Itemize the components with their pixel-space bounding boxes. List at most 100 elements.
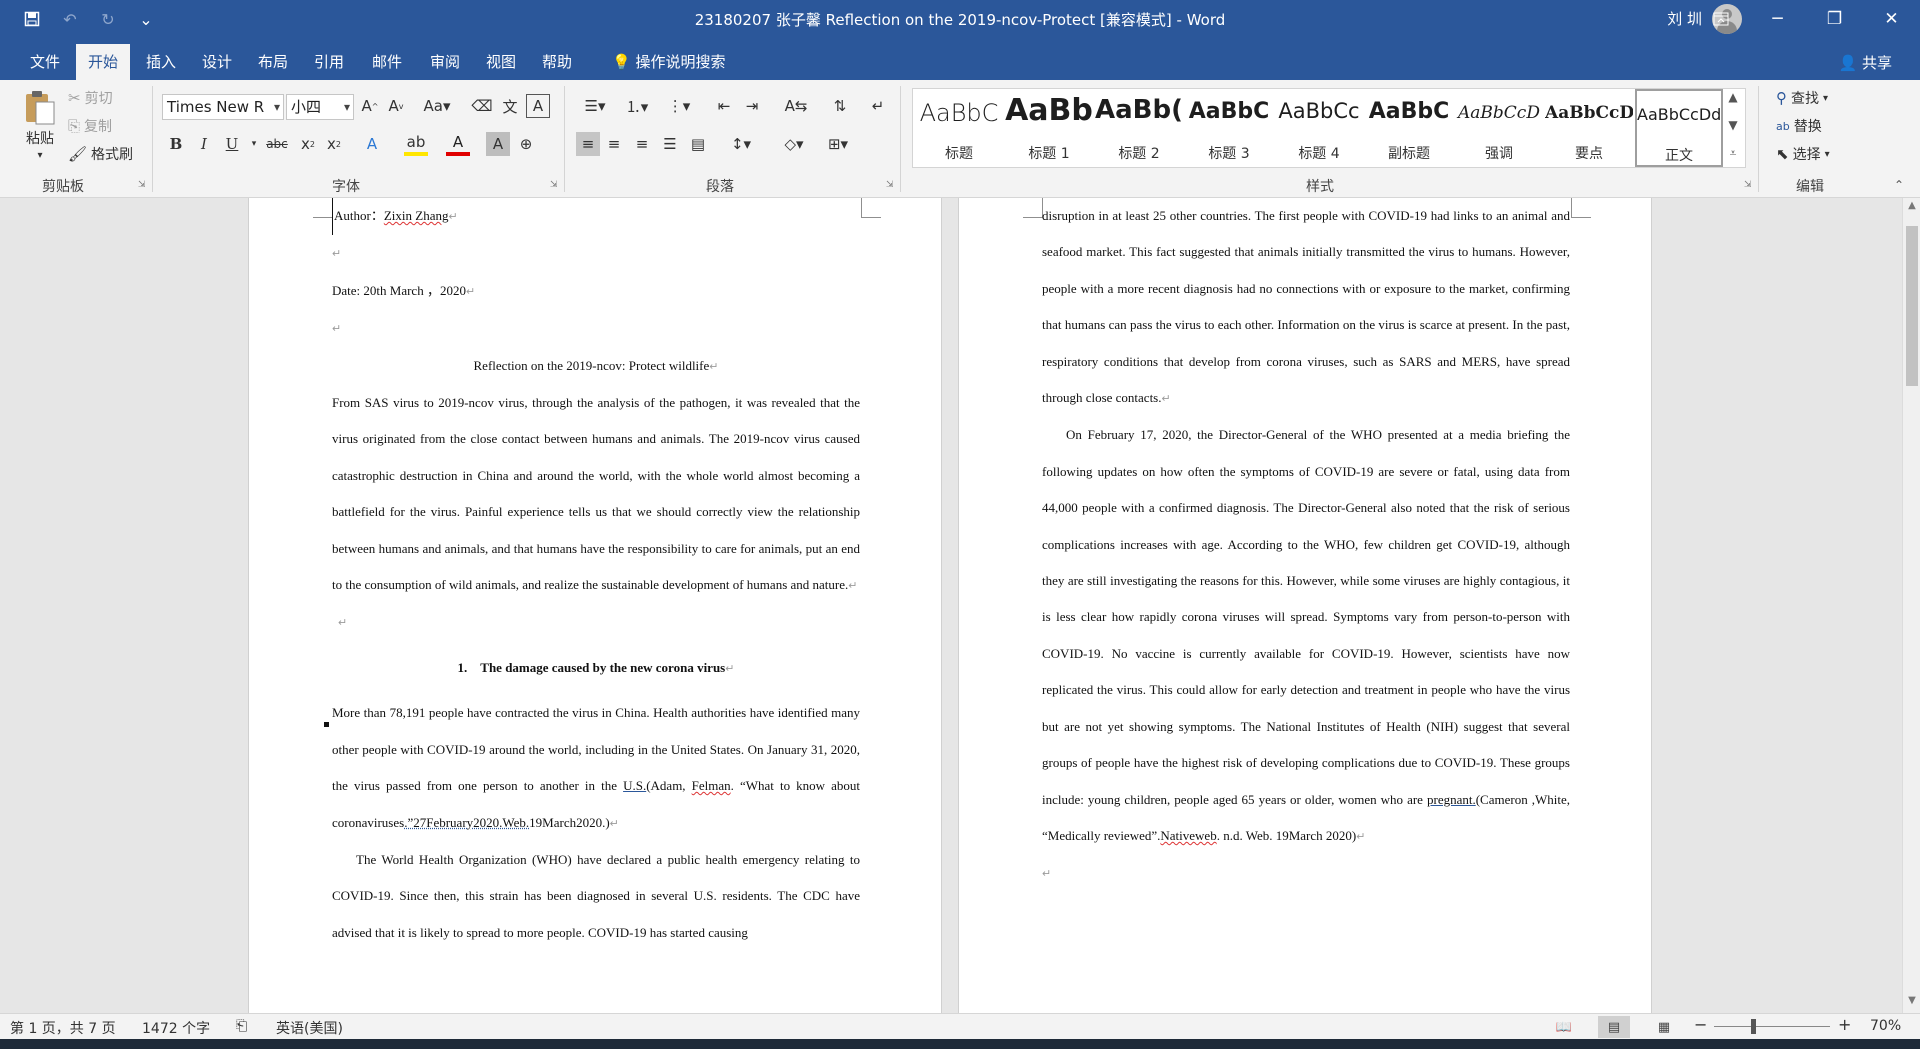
zoom-in-icon[interactable]: + [1838,1015,1851,1034]
show-marks-icon[interactable]: ↵ [866,94,890,118]
tell-me-search[interactable]: 💡 操作说明搜索 [600,44,737,80]
undo-icon[interactable]: ↶ [56,6,84,32]
cut-button[interactable]: ✂ 剪切 [68,88,113,108]
clear-formatting-icon[interactable]: ⌫ [470,94,494,118]
close-icon[interactable]: ✕ [1863,0,1920,38]
phonetic-guide-icon[interactable]: 文 [498,94,522,118]
collapse-ribbon-icon[interactable]: ⌃ [1894,178,1904,192]
tab-view[interactable]: 视图 [474,44,528,80]
redo-icon[interactable]: ↻ [94,6,122,32]
style-title[interactable]: AaBbC 标题 [915,89,1003,167]
proofing-icon[interactable]: ⎗ [236,1018,247,1034]
text-direction-icon[interactable]: A⇆ [778,94,814,118]
shrink-font-icon[interactable]: Av [384,94,408,118]
align-left-icon[interactable]: ≡ [576,132,600,156]
citation-link[interactable]: .”27February2020.Web. [404,815,529,830]
ribbon-display-options-icon[interactable] [1692,0,1749,38]
paste-button[interactable]: 粘贴 ▾ [18,88,62,168]
dialog-launcher-icon[interactable]: ⇲ [138,180,146,190]
scroll-down-icon[interactable]: ▼ [1903,995,1920,1011]
line-spacing-icon[interactable]: ↕▾ [724,132,758,156]
chevron-down-icon[interactable]: ▼ [1722,118,1744,142]
tab-help[interactable]: 帮助 [530,44,584,80]
style-heading-2[interactable]: AaBb(标题 2 [1095,89,1183,167]
sort-icon[interactable]: ⇅ [828,94,852,118]
justify-icon[interactable]: ☰ [658,132,682,156]
strikethrough-icon[interactable]: abc [262,132,292,156]
find-button[interactable]: ⚲ 查找 ▾ [1776,88,1828,108]
text-effects-icon[interactable]: A [360,132,384,156]
bullets-icon[interactable]: ☰▾ [576,94,614,118]
style-emphasis[interactable]: AaBbCcD 强调 [1455,89,1543,167]
increase-indent-icon[interactable]: ⇥ [740,94,764,118]
change-case-icon[interactable]: Aa▾ [420,94,454,118]
language-indicator[interactable]: 英语(美国) [276,1018,343,1038]
save-icon[interactable] [18,6,46,32]
scroll-thumb[interactable] [1906,226,1918,386]
underline-icon[interactable]: U [220,132,244,156]
style-strong[interactable]: AaBbCcD 要点 [1545,89,1633,167]
align-right-icon[interactable]: ≡ [630,132,654,156]
zoom-level[interactable]: 70% [1870,1018,1901,1034]
scroll-up-icon[interactable]: ▲ [1903,200,1920,216]
font-size-combo[interactable]: 小四 ▾ [286,94,354,120]
restore-icon[interactable]: ❐ [1806,0,1863,38]
dialog-launcher-icon[interactable]: ⇲ [550,180,558,190]
citation-link[interactable]: pregnant. [1427,792,1476,807]
web-layout-icon[interactable]: ▦ [1648,1016,1680,1038]
dialog-launcher-icon[interactable]: ⇲ [1744,180,1752,190]
read-mode-icon[interactable]: 📖 [1548,1016,1580,1038]
character-border-icon[interactable]: A [526,94,550,118]
grow-font-icon[interactable]: A ^ [358,94,382,118]
print-layout-icon[interactable]: ▤ [1598,1016,1630,1038]
enclose-characters-icon[interactable]: ⊕ [514,132,538,156]
decrease-indent-icon[interactable]: ⇤ [712,94,736,118]
vertical-scrollbar[interactable]: ▲ ▼ [1902,198,1920,1013]
citation-link[interactable]: U.S. [623,778,646,793]
style-heading-3[interactable]: AaBbC 标题 3 [1185,89,1273,167]
share-button[interactable]: 👤 共享 [1839,52,1892,73]
style-subtitle[interactable]: AaBbC 副标题 [1365,89,1453,167]
distributed-icon[interactable]: ▤ [686,132,710,156]
style-normal[interactable]: AaBbCcDd 正文 [1635,89,1723,167]
shading-icon[interactable]: ◇▾ [776,132,812,156]
subscript-icon[interactable]: x2 [296,132,320,156]
page-1[interactable]: Author：Zixin Zhang↵ ↵ Date: 20th March ，… [248,198,942,1013]
tab-design[interactable]: 设计 [190,44,244,80]
copy-button[interactable]: ⎘ 复制 [68,116,112,136]
customize-qat-icon[interactable]: ⌄ [132,6,160,32]
tab-review[interactable]: 审阅 [418,44,472,80]
character-shading-icon[interactable]: A [486,132,510,156]
page-2[interactable]: disruption in at least 25 other countrie… [958,198,1652,1013]
font-color-icon[interactable]: A [446,132,470,156]
word-count[interactable]: 1472 个字 [142,1018,210,1038]
font-name-combo[interactable]: Times New R ▾ [162,94,284,120]
borders-icon[interactable]: ⊞▾ [820,132,856,156]
zoom-slider[interactable] [1714,1026,1830,1027]
tab-home[interactable]: 开始 [76,44,130,80]
dialog-launcher-icon[interactable]: ⇲ [886,180,894,190]
tab-layout[interactable]: 布局 [246,44,300,80]
more-styles-icon[interactable]: ⩡ [1722,146,1744,170]
zoom-out-icon[interactable]: − [1694,1015,1707,1034]
tab-file[interactable]: 文件 [18,44,72,80]
tab-mailings[interactable]: 邮件 [360,44,414,80]
highlight-icon[interactable]: ab [404,132,428,156]
superscript-icon[interactable]: x2 [322,132,346,156]
multilevel-list-icon[interactable]: ⋮▾ [660,94,698,118]
format-painter-button[interactable]: 🖌 格式刷 [68,144,133,164]
tab-insert[interactable]: 插入 [134,44,188,80]
page-count[interactable]: 第 1 页，共 7 页 [10,1018,116,1038]
replace-button[interactable]: ab 替换 [1776,116,1822,136]
minimize-icon[interactable]: ─ [1749,0,1806,38]
bold-icon[interactable]: B [164,132,188,156]
zoom-slider-thumb[interactable] [1751,1019,1756,1034]
italic-icon[interactable]: I [192,132,216,156]
style-heading-1[interactable]: AaBb 标题 1 [1005,89,1093,167]
align-center-icon[interactable]: ≡ [602,132,626,156]
select-button[interactable]: ⬉ 选择 ▾ [1776,144,1830,164]
chevron-up-icon[interactable]: ▲ [1722,90,1744,114]
style-heading-4[interactable]: AaBbCc 标题 4 [1275,89,1363,167]
tab-references[interactable]: 引用 [302,44,356,80]
numbering-icon[interactable]: ⒈▾ [618,94,656,118]
